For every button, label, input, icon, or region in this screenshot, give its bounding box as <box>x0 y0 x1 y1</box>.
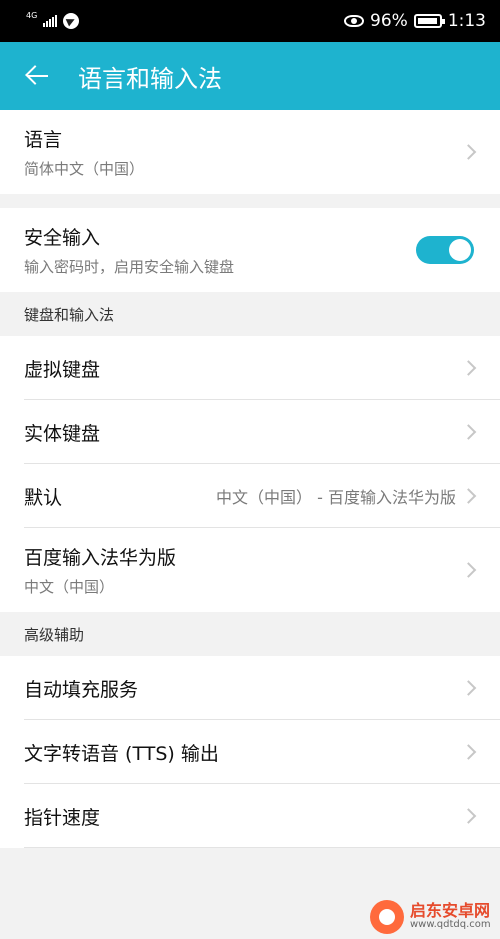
signal-icon <box>43 15 58 27</box>
watermark-url: www.qdtdq.com <box>410 919 491 930</box>
telegram-icon <box>63 13 80 29</box>
baidu-input-row[interactable]: 百度输入法华为版 中文（中国） <box>0 528 500 612</box>
watermark-name: 启东安卓网 <box>410 901 491 920</box>
advanced-section: 自动填充服务 文字转语音 (TTS) 输出 指针速度 <box>0 656 500 848</box>
autofill-row[interactable]: 自动填充服务 <box>0 656 500 720</box>
battery-percent: 96% <box>370 11 408 31</box>
language-section: 语言 简体中文（中国） <box>0 110 500 194</box>
status-left: 4G <box>26 10 80 29</box>
chevron-right-icon <box>460 424 477 440</box>
tts-label: 文字转语音 (TTS) 输出 <box>24 742 219 765</box>
network-type: 4G <box>26 10 38 20</box>
battery-icon <box>413 14 445 28</box>
pointer-speed-label: 指针速度 <box>24 806 101 829</box>
chevron-right-icon <box>460 144 477 160</box>
tts-row[interactable]: 文字转语音 (TTS) 输出 <box>0 720 500 784</box>
default-input-row[interactable]: 默认 中文（中国） - 百度输入法华为版 <box>0 464 500 528</box>
keyboard-section-header: 键盘和输入法 <box>24 305 115 324</box>
watermark: 启东安卓网 www.qdtdq.com <box>370 900 491 934</box>
status-right: 96% 1:13 <box>344 11 486 31</box>
pointer-speed-row[interactable]: 指针速度 <box>0 784 500 848</box>
chevron-right-icon <box>460 488 477 504</box>
divider <box>24 847 500 848</box>
virtual-keyboard-row[interactable]: 虚拟键盘 <box>0 336 500 400</box>
physical-keyboard-label: 实体键盘 <box>24 422 101 445</box>
chevron-right-icon <box>460 808 477 824</box>
physical-keyboard-row[interactable]: 实体键盘 <box>0 400 500 464</box>
virtual-keyboard-label: 虚拟键盘 <box>24 358 101 381</box>
battery-fill <box>417 18 437 24</box>
back-arrow-icon[interactable] <box>22 56 62 96</box>
language-title: 语言 <box>24 129 63 151</box>
language-subtitle: 简体中文（中国） <box>24 160 145 178</box>
default-input-value: 中文（中国） - 百度输入法华为版 <box>216 488 456 507</box>
watermark-logo-icon <box>370 900 404 934</box>
default-input-label: 默认 <box>24 486 63 509</box>
secure-input-toggle[interactable] <box>416 236 474 264</box>
keyboard-section: 虚拟键盘 实体键盘 默认 中文（中国） - 百度输入法华为版 百度输入法华为版 … <box>0 336 500 612</box>
chevron-right-icon <box>460 680 477 696</box>
advanced-section-header: 高级辅助 <box>24 625 85 644</box>
secure-input-subtitle: 输入密码时，启用安全输入键盘 <box>24 258 235 276</box>
secure-input-title: 安全输入 <box>24 227 101 249</box>
secure-input-section: 安全输入 输入密码时，启用安全输入键盘 <box>0 208 500 292</box>
chevron-right-icon <box>460 562 477 578</box>
baidu-input-title: 百度输入法华为版 <box>24 547 177 569</box>
language-row[interactable]: 语言 简体中文（中国） <box>0 110 500 194</box>
page-title: 语言和输入法 <box>78 64 222 93</box>
secure-input-row[interactable]: 安全输入 输入密码时，启用安全输入键盘 <box>0 208 500 292</box>
autofill-label: 自动填充服务 <box>24 678 139 701</box>
chevron-right-icon <box>460 744 477 760</box>
eye-comfort-icon <box>344 15 365 27</box>
chevron-right-icon <box>460 360 477 376</box>
baidu-input-subtitle: 中文（中国） <box>24 578 115 596</box>
toggle-knob <box>449 239 471 261</box>
status-bar: 4G 96% 1:13 <box>0 0 500 42</box>
app-bar: 语言和输入法 <box>0 42 500 110</box>
clock: 1:13 <box>447 11 486 31</box>
